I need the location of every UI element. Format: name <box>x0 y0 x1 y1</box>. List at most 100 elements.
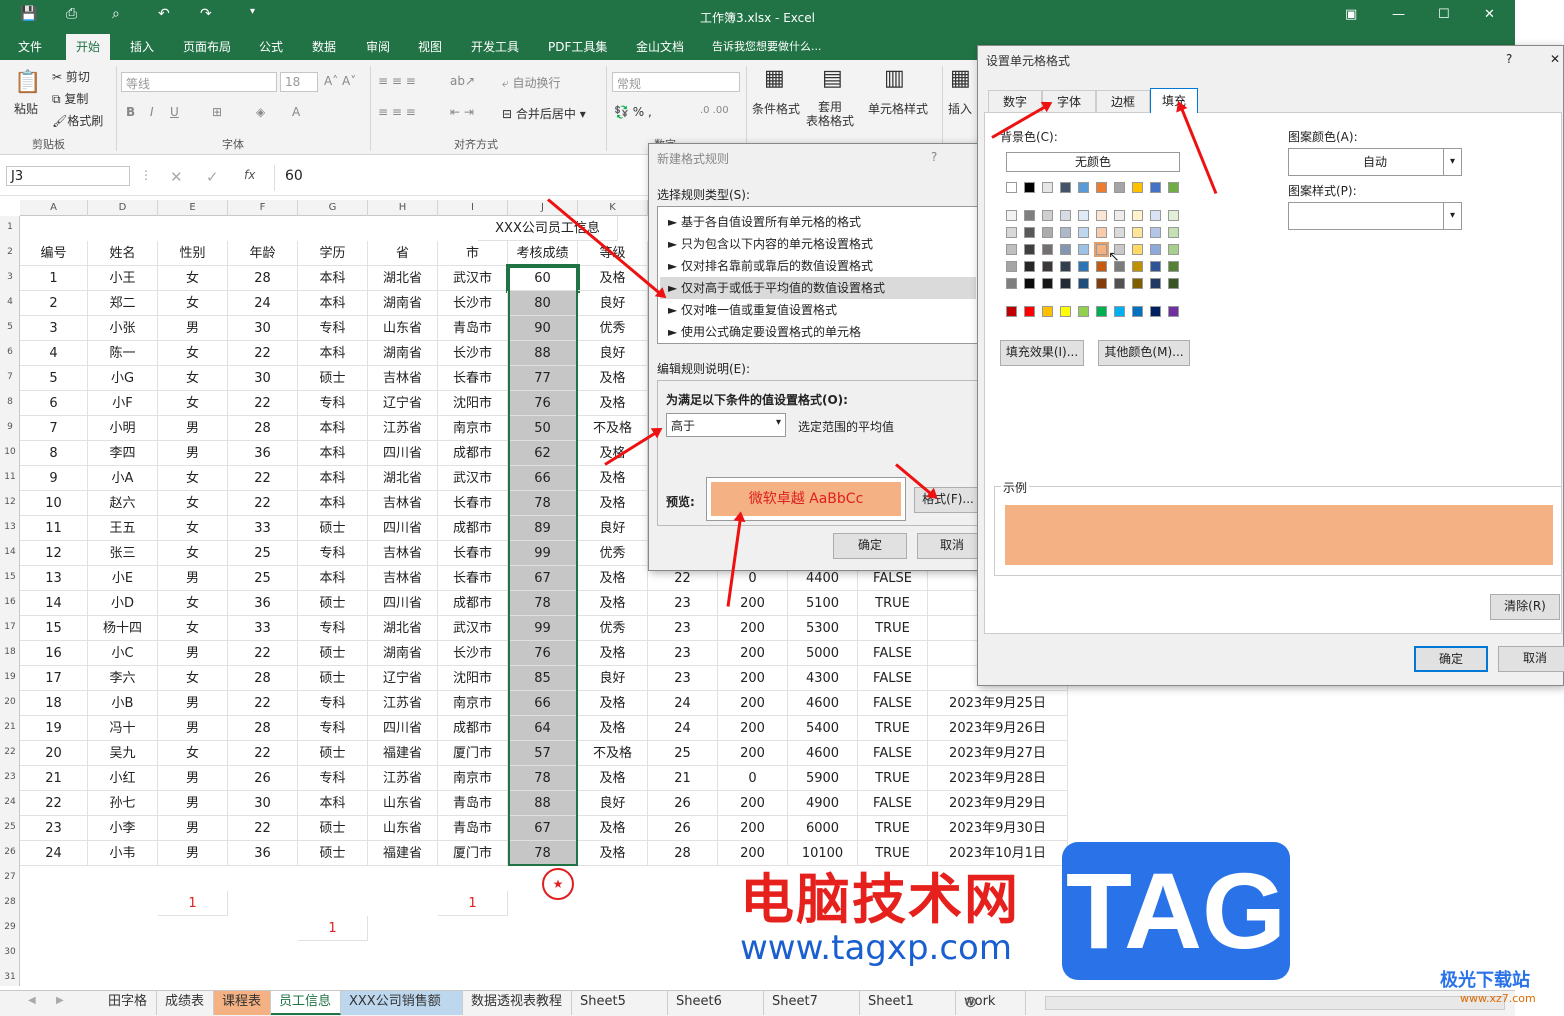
data-cell[interactable]: TRUE <box>858 591 928 616</box>
column-title[interactable]: 年龄 <box>228 241 298 266</box>
data-cell[interactable]: 24 <box>648 716 718 741</box>
data-cell[interactable]: 男 <box>158 791 228 816</box>
data-cell[interactable]: 及格 <box>578 841 648 866</box>
insert-function-icon[interactable]: fx <box>244 168 255 182</box>
sheet-title[interactable]: XXX公司员工信息 <box>478 216 618 241</box>
data-cell[interactable]: 长春市 <box>438 491 508 516</box>
data-cell[interactable]: 吴九 <box>88 741 158 766</box>
data-cell[interactable]: 23 <box>20 816 88 841</box>
tab-insert[interactable]: 插入 <box>130 38 154 55</box>
data-cell[interactable]: 小B <box>88 691 158 716</box>
no-color-button[interactable]: 无颜色 <box>1006 152 1180 172</box>
data-cell[interactable]: 男 <box>158 641 228 666</box>
red-mark[interactable]: 1 <box>158 891 228 916</box>
data-cell[interactable]: 1 <box>20 266 88 291</box>
color-swatch[interactable] <box>1024 182 1035 193</box>
score-cell[interactable]: 78 <box>508 491 578 516</box>
data-cell[interactable]: FALSE <box>858 791 928 816</box>
color-swatch[interactable] <box>1060 278 1071 289</box>
data-cell[interactable]: 女 <box>158 341 228 366</box>
data-cell[interactable]: 专科 <box>298 316 368 341</box>
currency-icon[interactable]: 💱 % , <box>614 105 652 119</box>
color-swatch[interactable] <box>1078 227 1089 238</box>
data-cell[interactable]: 四川省 <box>368 516 438 541</box>
data-cell[interactable]: 本科 <box>298 416 368 441</box>
score-cell[interactable]: 80 <box>508 291 578 316</box>
data-cell[interactable]: 硕士 <box>298 666 368 691</box>
data-cell[interactable]: 4 <box>20 341 88 366</box>
data-cell[interactable]: 专科 <box>298 716 368 741</box>
indent-icon[interactable]: ⇤ ⇥ <box>450 105 474 119</box>
print-icon[interactable]: ⌕ <box>112 6 120 22</box>
column-title[interactable]: 学历 <box>298 241 368 266</box>
data-cell[interactable]: 23 <box>648 616 718 641</box>
row-header[interactable]: 15 <box>0 572 20 582</box>
tab-review[interactable]: 审阅 <box>366 38 390 55</box>
data-cell[interactable]: 湖北省 <box>368 266 438 291</box>
data-cell[interactable]: 江苏省 <box>368 416 438 441</box>
data-cell[interactable]: 女 <box>158 516 228 541</box>
data-cell[interactable]: 7 <box>20 416 88 441</box>
data-cell[interactable]: 长春市 <box>438 366 508 391</box>
data-cell[interactable]: 本科 <box>298 341 368 366</box>
data-cell[interactable]: 山东省 <box>368 816 438 841</box>
date-cell[interactable]: 2023年9月28日 <box>928 766 1068 791</box>
data-cell[interactable]: 本科 <box>298 291 368 316</box>
data-cell[interactable]: 24 <box>20 841 88 866</box>
data-cell[interactable]: 20 <box>20 741 88 766</box>
data-cell[interactable]: 小G <box>88 366 158 391</box>
data-cell[interactable]: 专科 <box>298 391 368 416</box>
data-cell[interactable]: 青岛市 <box>438 791 508 816</box>
data-cell[interactable]: 女 <box>158 391 228 416</box>
data-cell[interactable]: 22 <box>228 391 298 416</box>
data-cell[interactable]: 小E <box>88 566 158 591</box>
bold-button[interactable]: B <box>126 105 135 119</box>
data-cell[interactable]: 11 <box>20 516 88 541</box>
data-cell[interactable]: 沈阳市 <box>438 666 508 691</box>
data-cell[interactable]: 男 <box>158 691 228 716</box>
data-cell[interactable]: 男 <box>158 816 228 841</box>
color-swatch[interactable] <box>1150 210 1161 221</box>
data-cell[interactable]: 硕士 <box>298 366 368 391</box>
row-header[interactable]: 2 <box>0 247 20 257</box>
add-sheet-icon[interactable]: ⊕ <box>964 992 977 1011</box>
data-cell[interactable]: 硕士 <box>298 841 368 866</box>
color-swatch[interactable] <box>1024 306 1035 317</box>
data-cell[interactable]: 及格 <box>578 591 648 616</box>
color-swatch[interactable] <box>1132 227 1143 238</box>
data-cell[interactable]: 女 <box>158 541 228 566</box>
data-cell[interactable]: 小明 <box>88 416 158 441</box>
data-cell[interactable]: 25 <box>648 741 718 766</box>
data-cell[interactable]: 优秀 <box>578 541 648 566</box>
data-cell[interactable]: 0 <box>718 766 788 791</box>
name-box[interactable]: J3 <box>6 166 130 186</box>
data-cell[interactable]: 女 <box>158 291 228 316</box>
data-cell[interactable]: 25 <box>228 566 298 591</box>
data-cell[interactable]: 良好 <box>578 291 648 316</box>
data-cell[interactable]: 3 <box>20 316 88 341</box>
data-cell[interactable]: 辽宁省 <box>368 666 438 691</box>
data-cell[interactable]: 小F <box>88 391 158 416</box>
data-cell[interactable]: 14 <box>20 591 88 616</box>
decimal-icon[interactable]: .0 .00 <box>700 105 729 116</box>
column-header[interactable]: D <box>88 200 158 216</box>
data-cell[interactable]: 及格 <box>578 566 648 591</box>
row-header[interactable]: 21 <box>0 722 20 732</box>
color-swatch[interactable] <box>1078 278 1089 289</box>
tab-home[interactable]: 开始 <box>66 34 111 60</box>
data-cell[interactable]: 及格 <box>578 466 648 491</box>
data-cell[interactable]: 及格 <box>578 816 648 841</box>
cell-style-button[interactable]: 单元格样式 <box>868 100 928 117</box>
data-cell[interactable]: 郑二 <box>88 291 158 316</box>
data-cell[interactable]: 200 <box>718 666 788 691</box>
color-swatch[interactable] <box>1096 306 1107 317</box>
row-header[interactable]: 17 <box>0 622 20 632</box>
data-cell[interactable]: 200 <box>718 716 788 741</box>
data-cell[interactable]: 湖南省 <box>368 341 438 366</box>
data-cell[interactable]: 女 <box>158 616 228 641</box>
data-cell[interactable]: 小李 <box>88 816 158 841</box>
data-cell[interactable]: 成都市 <box>438 716 508 741</box>
data-cell[interactable]: 南京市 <box>438 416 508 441</box>
data-cell[interactable]: 成都市 <box>438 591 508 616</box>
number-format-select[interactable]: 常规 <box>612 72 740 92</box>
